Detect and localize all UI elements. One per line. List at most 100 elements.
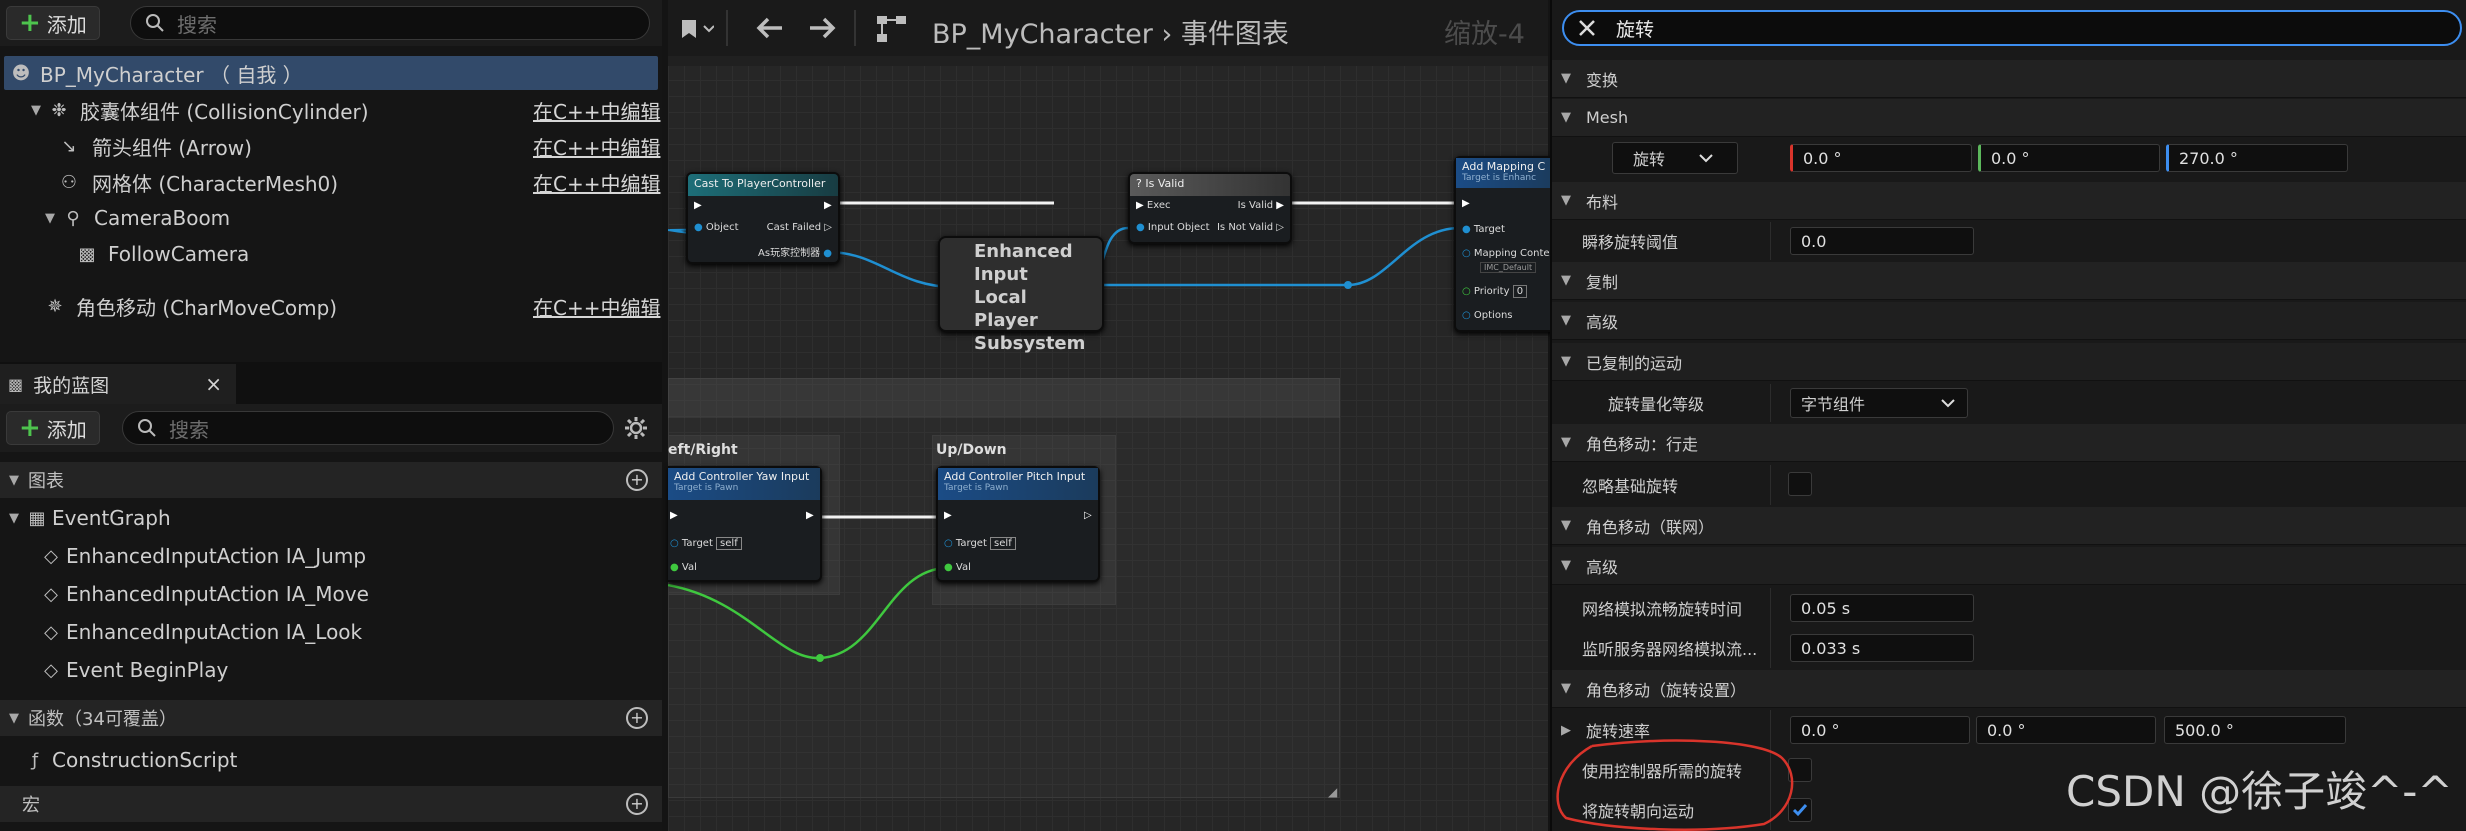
is-valid-pin[interactable]: Is Valid ▶ — [1238, 200, 1284, 211]
component-item-collision[interactable]: ▼ ❉ 胶囊体组件 (CollisionCylinder) 在C++中编辑 — [0, 92, 662, 128]
self-value[interactable]: self — [990, 537, 1016, 550]
blueprint-search-input[interactable]: 搜索 — [122, 411, 614, 445]
edit-in-cpp-link[interactable]: 在C++中编辑 — [533, 132, 660, 161]
chevron-down-icon — [1941, 399, 1955, 408]
cast-failed-pin[interactable]: Cast Failed ▷ — [767, 222, 832, 233]
reroute-node[interactable] — [1344, 281, 1352, 289]
category-walking[interactable]: ▼ 角色移动：行走 — [1552, 424, 2466, 462]
property-label: 监听服务器网络模拟流... — [1582, 640, 1758, 659]
node-add-controller-yaw-input[interactable]: Add Controller Yaw Input Target is Pawn … — [668, 466, 822, 582]
chevron-down-icon: ▼ — [1561, 273, 1571, 288]
tab-my-blueprint[interactable]: ▩ 我的蓝图 × — [0, 364, 236, 404]
net-smooth-rotation-field[interactable]: 0.05 s — [1790, 594, 1974, 622]
target-pin[interactable]: ○ Target self — [944, 537, 1016, 550]
listen-server-smooth-field[interactable]: 0.033 s — [1790, 634, 1974, 662]
options-pin[interactable]: ○ Options — [1462, 310, 1513, 321]
gear-icon[interactable] — [624, 416, 648, 440]
component-item-arrow[interactable]: ↘ 箭头组件 (Arrow) 在C++中编辑 — [0, 128, 662, 164]
add-macro-icon[interactable]: + — [626, 793, 648, 815]
rotation-quantization-dropdown[interactable]: 字节组件 — [1790, 388, 1968, 418]
exec-out-pin[interactable]: ▶ — [806, 510, 814, 521]
is-not-valid-pin[interactable]: Is Not Valid ▷ — [1217, 222, 1284, 233]
event-item[interactable]: ◇ Event BeginPlay — [0, 652, 228, 688]
chevron-right-icon[interactable]: ▶ — [1558, 723, 1574, 738]
close-icon[interactable]: × — [205, 372, 222, 396]
add-function-icon[interactable]: + — [626, 707, 648, 729]
person-icon: ☻ — [11, 62, 31, 84]
node-is-valid[interactable]: ? Is Valid ▶ Exec Is Valid ▶ ● Input Obj… — [1128, 172, 1292, 244]
component-item-charmove[interactable]: ✵ 角色移动 (CharMoveComp) 在C++中编辑 — [0, 288, 662, 324]
exec-in-pin[interactable]: ▶ — [694, 200, 702, 211]
node-cast-to-playercontroller[interactable]: Cast To PlayerController ▶ ▶ ● Object Ca… — [686, 172, 840, 264]
exec-in-pin[interactable]: ▶ — [1462, 198, 1470, 209]
add-graph-icon[interactable]: + — [626, 469, 648, 491]
rotation-z-field[interactable]: 270.0 ° — [2166, 144, 2348, 172]
clear-search-icon[interactable] — [1578, 19, 1596, 37]
book-icon: ▩ — [8, 374, 24, 394]
exec-in-pin[interactable]: ▶ — [944, 510, 952, 521]
category-replication[interactable]: ▼ 复制 — [1552, 262, 2466, 300]
event-item[interactable]: ◇ EnhancedInputAction IA_Move — [0, 576, 369, 612]
graphs-section-header[interactable]: ▼ 图表 + — [0, 462, 662, 498]
mapping-context-value[interactable]: IMC_Default — [1480, 262, 1537, 273]
priority-pin[interactable]: ○ Priority 0 — [1462, 285, 1528, 298]
event-graph-canvas[interactable]: BP_MyCharacter › 事件图表 缩放-4 ◢ eft/Right U… — [668, 0, 1555, 831]
edit-in-cpp-link[interactable]: 在C++中编辑 — [533, 96, 660, 125]
target-pin[interactable]: ● Target — [1462, 224, 1505, 235]
rotation-rate-x-field[interactable]: 0.0 ° — [1790, 716, 1970, 744]
self-value[interactable]: self — [716, 537, 742, 550]
edit-in-cpp-link[interactable]: 在C++中编辑 — [533, 168, 660, 197]
component-item-cameraboom[interactable]: ▼ ⚲ CameraBoom — [0, 200, 662, 236]
val-pin[interactable]: ● Val — [670, 562, 697, 573]
add-component-button[interactable]: + 添加 — [6, 6, 100, 40]
input-object-pin[interactable]: ● Input Object — [1136, 222, 1210, 233]
mapping-context-pin[interactable]: ○ Mapping Contex — [1462, 248, 1555, 259]
exec-out-pin[interactable]: ▷ — [1084, 510, 1092, 521]
category-cloth[interactable]: ▼ 布料 — [1552, 182, 2466, 220]
rotation-rate-y-field[interactable]: 0.0 ° — [1976, 716, 2156, 744]
priority-value[interactable]: 0 — [1512, 285, 1528, 298]
component-root-item[interactable]: ☻ BP_MyCharacter （ 自我 ） — [4, 56, 658, 90]
component-item-followcamera[interactable]: ▩ FollowCamera — [0, 236, 662, 272]
teleport-rotation-field[interactable]: 0.0 — [1790, 227, 1974, 255]
exec-in-pin[interactable]: ▶ — [670, 510, 678, 521]
rotation-mode-dropdown[interactable]: 旋转 — [1612, 142, 1738, 174]
ignore-base-rotation-checkbox[interactable] — [1788, 472, 1812, 496]
details-search-input[interactable]: 旋转 — [1562, 10, 2462, 46]
event-graph-item[interactable]: ▼ ▦ EventGraph — [0, 500, 171, 536]
chevron-down-icon: ▼ — [31, 102, 41, 118]
reroute-node[interactable] — [816, 654, 824, 662]
rotation-y-field[interactable]: 0.0 ° — [1978, 144, 2160, 172]
category-advanced-net[interactable]: ▼ 高级 — [1552, 547, 2466, 585]
category-advanced[interactable]: ▼ 高级 — [1552, 302, 2466, 340]
details-search-bar: 旋转 — [1552, 0, 2466, 56]
target-pin[interactable]: ○ Target self — [670, 537, 742, 550]
category-replicated-movement[interactable]: ▼ 已复制的运动 — [1552, 343, 2466, 381]
category-mesh[interactable]: ▼ Mesh — [1552, 99, 2466, 137]
property-listen-server-smooth: 监听服务器网络模拟流... 0.033 s — [1552, 628, 2466, 668]
add-member-button[interactable]: + 添加 — [6, 411, 100, 445]
node-enhanced-input-subsystem[interactable]: Enhanced Input Local Player Subsystem — [938, 236, 1104, 354]
as-pc-pin[interactable]: As玩家控制器 ● — [758, 244, 832, 259]
component-item-mesh[interactable]: ⚇ 网格体 (CharacterMesh0) 在C++中编辑 — [0, 164, 662, 200]
macros-section-header[interactable]: 宏 + — [0, 786, 662, 822]
node-add-controller-pitch-input[interactable]: Add Controller Pitch Input Target is Paw… — [936, 466, 1100, 582]
event-item[interactable]: ◇ EnhancedInputAction IA_Look — [0, 614, 362, 650]
construction-script-item[interactable]: ƒ ConstructionScript — [0, 742, 238, 778]
val-pin[interactable]: ● Val — [944, 562, 971, 573]
category-transform[interactable]: ▼ 变换 — [1552, 60, 2466, 98]
node-add-mapping-context[interactable]: Add Mapping C Target is Enhanc ▶ ● Targe… — [1454, 156, 1555, 332]
components-search-input[interactable]: 搜索 — [130, 6, 650, 40]
exec-out-pin[interactable]: ▶ — [824, 200, 832, 211]
section-label: 函数（34可覆盖） — [28, 709, 177, 730]
event-item[interactable]: ◇ EnhancedInputAction IA_Jump — [0, 538, 366, 574]
category-networking[interactable]: ▼ 角色移动（联网） — [1552, 507, 2466, 545]
function-icon: ƒ — [31, 749, 39, 771]
object-pin[interactable]: ● Object — [694, 222, 739, 233]
rotation-x-field[interactable]: 0.0 ° — [1790, 144, 1972, 172]
category-rotation-settings[interactable]: ▼ 角色移动（旋转设置） — [1552, 670, 2466, 708]
rotation-rate-z-field[interactable]: 500.0 ° — [2164, 716, 2346, 744]
functions-section-header[interactable]: ▼ 函数（34可覆盖） + — [0, 700, 662, 736]
exec-in-pin[interactable]: ▶ Exec — [1136, 200, 1170, 211]
edit-in-cpp-link[interactable]: 在C++中编辑 — [533, 292, 660, 321]
